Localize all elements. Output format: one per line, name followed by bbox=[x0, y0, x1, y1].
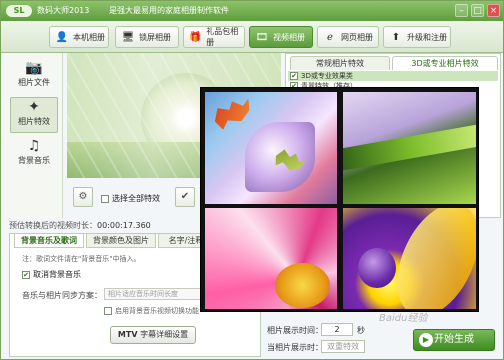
checkbox-box bbox=[101, 194, 109, 203]
effect-settings-button[interactable]: ⚙ bbox=[73, 187, 93, 207]
maple-leaf bbox=[210, 95, 256, 132]
collage-tile-yellow-purple-flower bbox=[343, 208, 476, 309]
tab-gift-album[interactable]: 🎁 礼品包相册 bbox=[183, 26, 245, 48]
show-time-input[interactable]: 2 bbox=[321, 323, 353, 336]
app-title: 数码大师2013 bbox=[37, 6, 90, 15]
start-generate-button[interactable]: ▶ 开始生成 bbox=[413, 329, 495, 351]
mtv-subtitle-settings-button[interactable]: MTV 字幕详细设置 bbox=[110, 326, 196, 344]
collage-tile-pink-flower bbox=[205, 208, 337, 309]
film-icon: 🎞 bbox=[255, 31, 269, 43]
main-toolbar: 👤 本机相册 🖥 锁屏相册 🎁 礼品包相册 🎞 视频相册 ℯ 网页相册 ⬆ 升级… bbox=[1, 21, 503, 53]
app-window: SL 数码大师2013 是强大最易用的家庭相册制作软件 – □ × 👤 本机相册… bbox=[0, 0, 504, 360]
mtv-text: 字幕详细设置 bbox=[140, 330, 189, 339]
show-time-unit: 秒 bbox=[357, 326, 365, 335]
duration-label: 预估转换后的视频时长： bbox=[9, 221, 97, 230]
show-mode-select[interactable]: 双重特效 bbox=[321, 340, 365, 353]
tab-background-image[interactable]: 背景颜色及图片 bbox=[86, 234, 156, 248]
list-item[interactable]: ✔ 3D或专业效果类 bbox=[288, 71, 498, 81]
tab-lockscreen-album[interactable]: 🖥 锁屏相册 bbox=[115, 26, 179, 48]
app-logo: SL bbox=[6, 5, 32, 17]
camera-icon: 📷 bbox=[25, 60, 43, 76]
lyrics-note: 注：歌词文件请在"背景音乐"中插入。 bbox=[22, 255, 141, 263]
checkbox-box bbox=[104, 307, 112, 315]
left-sidebar: 📷 相片文件 ✦ 相片特效 ♫ 背景音乐 bbox=[5, 53, 63, 218]
sidebar-item-label: 相片特效 bbox=[18, 117, 50, 126]
sidebar-item-photo-effects[interactable]: ✦ 相片特效 bbox=[10, 97, 58, 133]
tab-music-lyrics[interactable]: 背景音乐及歌词 bbox=[14, 234, 84, 248]
green-band bbox=[343, 122, 476, 172]
globe-icon: ℯ bbox=[327, 31, 333, 43]
play-icon: ▶ bbox=[419, 333, 433, 347]
monitor-icon: 🖥 bbox=[121, 31, 135, 43]
upgrade-icon: ⬆ bbox=[391, 31, 401, 43]
sidebar-item-label: 相片文件 bbox=[18, 78, 50, 87]
flower-core bbox=[275, 263, 330, 308]
yellow-petal bbox=[380, 208, 476, 309]
start-label: 开始生成 bbox=[434, 334, 474, 345]
minimize-button[interactable]: – bbox=[455, 4, 468, 17]
purple-bud bbox=[358, 248, 396, 288]
effects-collage-popup bbox=[200, 87, 479, 312]
show-time-label: 相片展示时间： bbox=[267, 326, 323, 335]
close-button[interactable]: × bbox=[487, 4, 500, 17]
music-icon: ♫ bbox=[27, 138, 41, 154]
enable-mv-label: 启用背景音乐视频切换功能 bbox=[115, 307, 199, 315]
gift-icon: 🎁 bbox=[189, 31, 202, 43]
tab-upgrade-register[interactable]: ⬆ 升级和注册 bbox=[383, 26, 451, 48]
tab-label: 升级和注册 bbox=[407, 32, 447, 42]
enable-mv-checkbox[interactable]: 启用背景音乐视频切换功能 bbox=[104, 306, 199, 316]
tab-web-album[interactable]: ℯ 网页相册 bbox=[317, 26, 379, 48]
sidebar-item-photo-files[interactable]: 📷 相片文件 bbox=[10, 59, 58, 95]
estimated-duration: 预估转换后的视频时长：00:00:17.360 bbox=[9, 220, 151, 231]
tab-regular-effects[interactable]: 常规相片特效 bbox=[290, 56, 390, 70]
collage-tile-flower-leaves bbox=[205, 92, 337, 204]
duration-value: 00:00:17.360 bbox=[97, 221, 151, 230]
sync-label: 音乐与相片同步方案： bbox=[22, 291, 102, 300]
list-item-label: 3D或专业效果类 bbox=[301, 72, 353, 80]
show-mode-label: 当相片展示时： bbox=[267, 343, 323, 352]
collage-tile-petal-closeup bbox=[343, 92, 476, 204]
sidebar-item-background-music[interactable]: ♫ 背景音乐 bbox=[10, 137, 58, 173]
maximize-button[interactable]: □ bbox=[471, 4, 484, 17]
user-icon: 👤 bbox=[55, 31, 69, 43]
app-slogan: 是强大最易用的家庭相册制作软件 bbox=[109, 6, 229, 15]
cancel-music-label: 取消背景音乐 bbox=[33, 270, 81, 279]
tab-3d-effects[interactable]: 3D或专业相片特效 bbox=[392, 56, 498, 70]
tab-label: 视频相册 bbox=[273, 32, 305, 42]
tab-label: 网页相册 bbox=[341, 32, 373, 42]
cancel-music-checkbox[interactable]: ✔ 取消背景音乐 bbox=[22, 269, 81, 280]
tab-local-album[interactable]: 👤 本机相册 bbox=[49, 26, 109, 48]
tab-label: 本机相册 bbox=[73, 32, 105, 42]
sidebar-item-label: 背景音乐 bbox=[18, 156, 50, 165]
mtv-label: MTV bbox=[117, 330, 138, 339]
select-all-effects-checkbox[interactable]: 选择全部特效 bbox=[101, 193, 160, 204]
tab-label: 锁屏相册 bbox=[139, 32, 171, 42]
tab-label: 礼品包相册 bbox=[206, 27, 239, 47]
apply-effect-button[interactable]: ✔ bbox=[175, 187, 195, 207]
checkbox-box: ✔ bbox=[22, 270, 30, 279]
effects-icon: ✦ bbox=[28, 99, 40, 115]
select-all-label: 选择全部特效 bbox=[112, 194, 160, 203]
tab-video-album[interactable]: 🎞 视频相册 bbox=[249, 26, 313, 48]
checkbox-box: ✔ bbox=[290, 72, 298, 80]
title-bar: SL 数码大师2013 是强大最易用的家庭相册制作软件 – □ × bbox=[1, 1, 503, 21]
